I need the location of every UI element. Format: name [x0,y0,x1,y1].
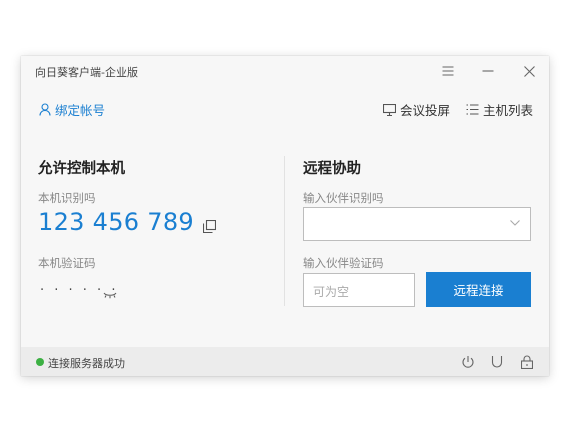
meeting-cast-label: 会议投屏 [400,103,451,118]
menu-button[interactable] [438,62,458,80]
show-code-toggle[interactable] [103,285,117,299]
partner-id-combobox[interactable] [303,207,531,241]
copy-icon [202,219,217,234]
device-id-label: 本机识别吗 [38,191,96,205]
partner-id-label: 输入伙伴识别吗 [303,191,384,205]
chevron-down-icon [510,220,520,226]
copy-id-button[interactable] [202,218,217,234]
toolbar: 绑定帐号 会议投屏 主机列表 [21,86,549,126]
partner-code-label: 输入伙伴验证码 [303,256,384,270]
status-indicator [36,358,44,366]
power-icon [462,356,474,368]
window-title: 向日葵客户端-企业版 [35,66,138,79]
list-icon [466,104,479,115]
magnet-icon [491,356,503,368]
host-list-button[interactable]: 主机列表 [466,100,533,119]
lock-icon [520,355,534,370]
vertical-divider [284,156,285,306]
cast-icon [383,103,396,116]
close-icon [523,65,535,77]
status-text: 连接服务器成功 [48,357,125,370]
meeting-cast-button[interactable]: 会议投屏 [383,100,450,119]
verification-code-label: 本机验证码 [38,256,96,270]
host-list-label: 主机列表 [483,103,534,118]
allow-control-heading: 允许控制本机 [38,161,125,177]
minimize-icon [482,70,494,72]
power-button[interactable] [461,354,477,370]
partner-code-input[interactable]: 可为空 [303,273,415,307]
device-id: 123 456 789 [38,208,194,236]
remote-connect-button[interactable]: 远程连接 [426,272,531,307]
title-bar: 向日葵客户端-企业版 [21,56,549,86]
menu-icon [442,66,454,76]
app-window: 向日葵客户端-企业版 绑定帐号 会议投屏 主机列表 允许控制本机 本机识别吗 1… [21,56,549,376]
user-icon [39,103,51,116]
bind-account-label: 绑定帐号 [55,103,106,118]
magnet-button[interactable] [491,354,507,370]
partner-code-placeholder: 可为空 [313,285,350,299]
eye-closed-icon [103,292,117,299]
minimize-button[interactable] [478,62,498,80]
remote-assist-heading: 远程协助 [303,161,361,177]
close-button[interactable] [519,62,539,80]
lock-button[interactable] [520,354,537,370]
status-bar: 连接服务器成功 [21,347,549,376]
bind-account-link[interactable]: 绑定帐号 [39,100,105,119]
